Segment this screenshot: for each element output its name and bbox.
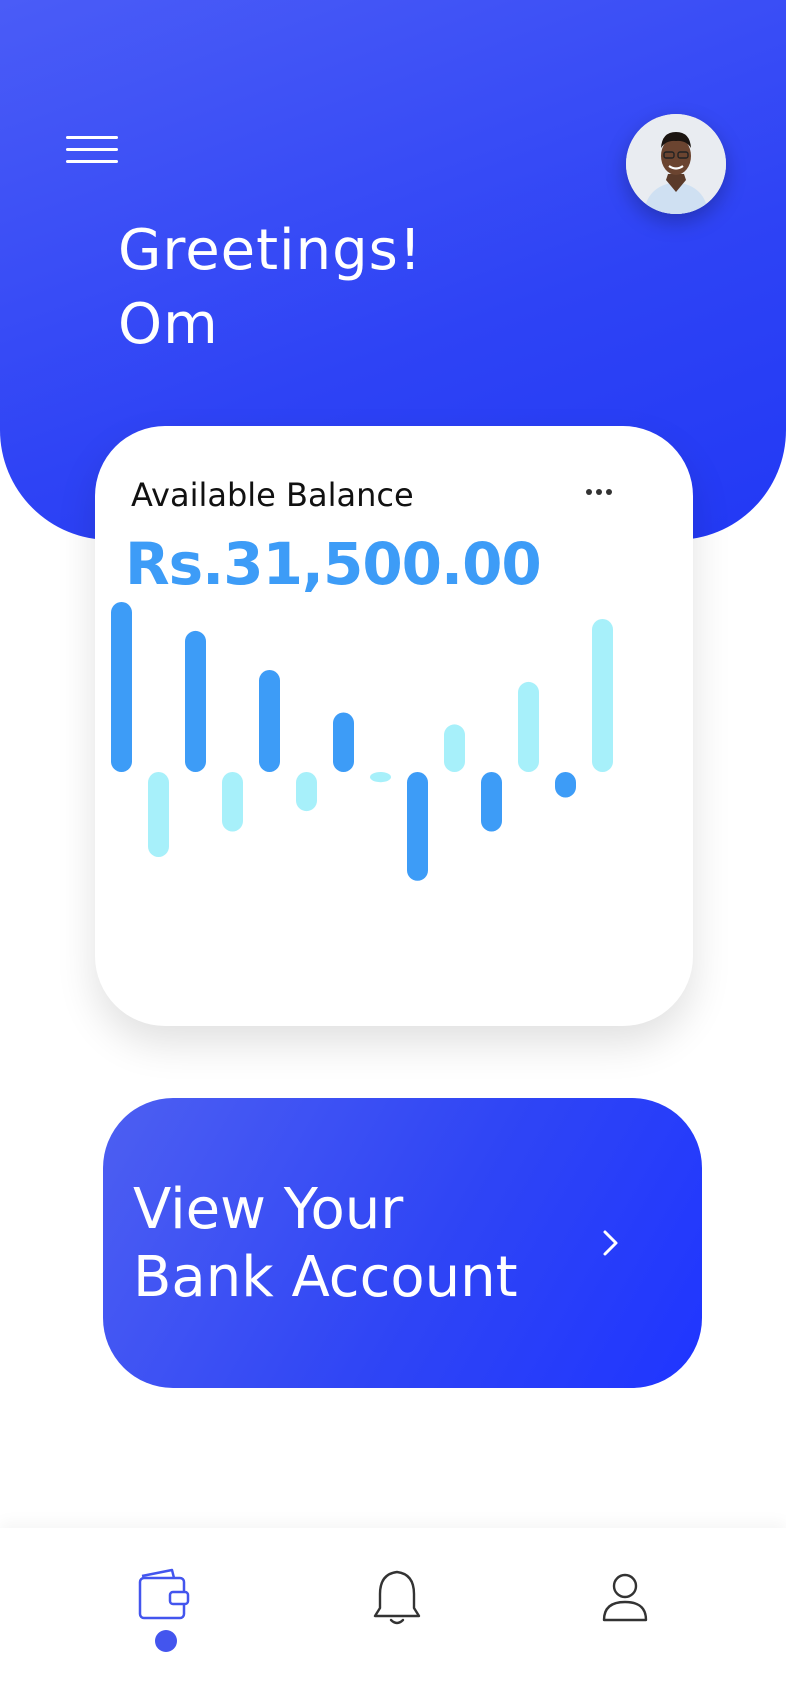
chart-bar-3 [185, 630, 206, 772]
profile-avatar[interactable] [626, 114, 726, 214]
chart-bar-13 [555, 772, 576, 798]
user-icon [602, 1573, 648, 1622]
nav-wallet[interactable] [130, 1562, 200, 1632]
greeting-text: Greetings! Om [118, 214, 422, 362]
cta-label: View Your Bank Account [133, 1176, 518, 1312]
bell-icon [373, 1570, 421, 1625]
balance-card: Available Balance Rs.31,500.00 [95, 426, 693, 1026]
active-indicator [155, 1630, 177, 1652]
greeting-line: Greetings! [118, 218, 423, 283]
chart-bar-10 [444, 724, 465, 772]
view-bank-account-button[interactable]: View Your Bank Account [103, 1098, 702, 1388]
balance-bar-chart [111, 602, 613, 881]
chart-bar-4 [222, 772, 243, 832]
chevron-right-icon [603, 1230, 618, 1256]
nav-profile[interactable] [590, 1562, 660, 1632]
nav-notifications[interactable] [362, 1562, 432, 1632]
chart-bar-14 [592, 619, 613, 772]
chart-bar-12 [518, 681, 539, 772]
cta-line-2: Bank Account [133, 1245, 518, 1310]
chart-bar-11 [481, 772, 502, 832]
chart-bar-9 [407, 772, 428, 881]
person-photo-icon [626, 114, 726, 214]
chart-bar-2 [148, 772, 169, 857]
chart-bar-5 [259, 670, 280, 772]
hamburger-menu-icon[interactable] [66, 136, 118, 164]
cta-line-1: View Your [133, 1177, 404, 1242]
chart-bar-8 [370, 772, 391, 783]
chart-bar-7 [333, 712, 354, 772]
user-name: Om [118, 292, 219, 357]
chart-bar-6 [296, 772, 317, 812]
bottom-navigation [0, 1528, 786, 1704]
wallet-icon [138, 1568, 190, 1620]
chart-bar-1 [111, 602, 132, 772]
